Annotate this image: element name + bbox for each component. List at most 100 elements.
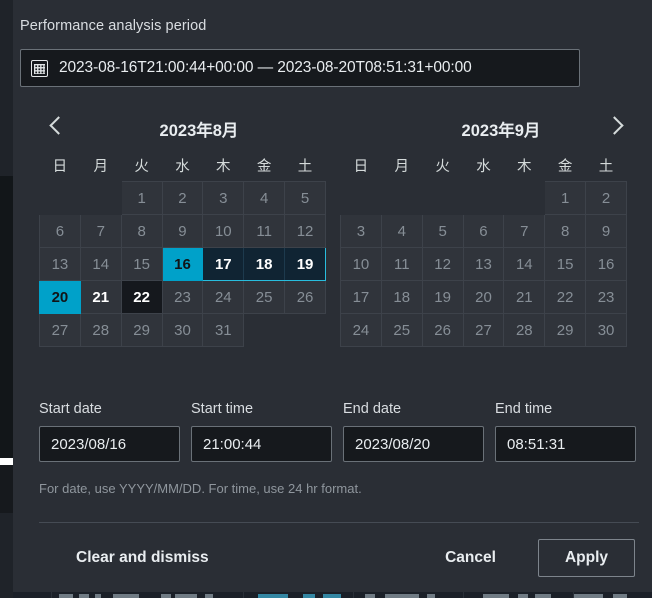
calendar-day-cell[interactable]: 24 — [202, 280, 245, 314]
calendar-cell-empty — [40, 182, 81, 215]
calendar-day-cell[interactable]: 29 — [544, 313, 587, 347]
cancel-button[interactable]: Cancel — [445, 549, 496, 567]
calendar-day-cell[interactable]: 9 — [161, 214, 204, 248]
calendar-week-row: 6 7 8 9 10 11 12 — [39, 214, 326, 248]
calendar-day-cell[interactable]: 26 — [284, 280, 326, 314]
calendar-day-cell[interactable]: 5 — [421, 214, 464, 248]
apply-button[interactable]: Apply — [537, 538, 635, 577]
calendar-day-cell[interactable]: 24 — [340, 313, 382, 347]
calendar-day-cell[interactable]: 11 — [380, 247, 423, 281]
calendar-day-cell[interactable]: 18 — [380, 280, 423, 314]
calendar-cell-empty — [244, 314, 285, 347]
calendar-day-cell[interactable]: 15 — [544, 247, 587, 281]
calendar-day-cell[interactable]: 5 — [284, 181, 326, 215]
calendar-day-cell[interactable]: 28 — [79, 313, 122, 347]
calendar-day-cell[interactable]: 11 — [243, 214, 286, 248]
start-time-input-group: Start time 21:00:44 — [191, 401, 332, 462]
calendar-cell-empty — [341, 182, 382, 215]
calendar-week-row: 12 — [341, 181, 627, 215]
weekday-label: 金 — [256, 158, 272, 175]
calendar-day-cell[interactable]: 23 — [161, 280, 204, 314]
calendar-day-cell[interactable]: 10 — [202, 214, 245, 248]
start-date-input[interactable]: 2023/08/16 — [39, 426, 180, 462]
calendar-day-cell[interactable]: 20 — [39, 280, 81, 314]
calendar-day-cell[interactable]: 14 — [503, 247, 546, 281]
calendar-day-cell[interactable]: 16 — [585, 247, 627, 281]
calendar-day-cell[interactable]: 4 — [380, 214, 423, 248]
weekday-label: 水 — [175, 158, 190, 175]
calendar-day-cell[interactable]: 13 — [462, 247, 505, 281]
calendar-day-cell[interactable]: 10 — [340, 247, 382, 281]
calendar-day-cell[interactable]: 19 — [284, 247, 326, 281]
calendar-week-row: 10 11 12 13 14 15 16 — [340, 247, 627, 281]
calendar-day-cell[interactable]: 13 — [39, 247, 81, 281]
chevron-right-icon — [605, 115, 624, 135]
calendar-day-cell[interactable]: 14 — [79, 247, 122, 281]
calendar-day-cell[interactable]: 25 — [243, 280, 286, 314]
weekday-label: 火 — [435, 158, 450, 175]
calendar-day-cell[interactable]: 12 — [421, 247, 464, 281]
weekday-header-row: 日月火水木金土 — [341, 149, 627, 182]
calendar-day-cell[interactable]: 7 — [79, 214, 122, 248]
weekday-label: 土 — [297, 158, 313, 175]
end-time-input[interactable]: 08:51:31 — [495, 426, 636, 462]
calendar-day-cell[interactable]: 1 — [544, 181, 587, 215]
background-strip-segment — [0, 176, 13, 458]
calendar-day-cell[interactable]: 27 — [462, 313, 505, 347]
calendar-day-cell[interactable]: 16 — [161, 247, 204, 281]
previous-month-button[interactable] — [40, 108, 74, 142]
calendar-day-cell[interactable]: 19 — [421, 280, 464, 314]
background-strip-segment — [0, 465, 13, 513]
date-range-value: 2023-08-16T21:00:44+00:00 — 2023-08-20T0… — [59, 59, 472, 76]
calendar-icon — [31, 59, 48, 77]
calendar-day-cell[interactable]: 9 — [585, 214, 627, 248]
calendar-day-cell[interactable]: 12 — [284, 214, 326, 248]
calendar-day-cell[interactable]: 29 — [120, 313, 163, 347]
calendar-day-cell[interactable]: 30 — [585, 313, 627, 347]
start-time-input[interactable]: 21:00:44 — [191, 426, 332, 462]
background-strip-highlight — [0, 458, 13, 465]
calendar-day-cell[interactable]: 6 — [39, 214, 81, 248]
calendar-day-cell[interactable]: 25 — [380, 313, 423, 347]
calendar-cell-empty — [381, 182, 422, 215]
calendar-day-cell[interactable]: 17 — [340, 280, 382, 314]
calendar-day-cell[interactable]: 22 — [544, 280, 587, 314]
date-range-input[interactable]: 2023-08-16T21:00:44+00:00 — 2023-08-20T0… — [20, 49, 580, 87]
weekday-label: 木 — [216, 158, 231, 175]
calendar-day-cell[interactable]: 26 — [421, 313, 464, 347]
calendar-day-cell[interactable]: 3 — [202, 181, 245, 215]
calendar-day-cell[interactable]: 20 — [462, 280, 505, 314]
calendar-day-cell[interactable]: 3 — [340, 214, 382, 248]
calendar-body: 1 2 3 4 5 6 7 8 9 10 11 12 13 14 15 16 17 18 19 20 21 22 23 24 2… — [340, 181, 627, 347]
clear-and-dismiss-button[interactable]: Clear and dismiss — [76, 549, 209, 567]
calendar-day-cell[interactable]: 21 — [79, 280, 122, 314]
end-date-input-group: End date 2023/08/20 — [343, 401, 484, 462]
calendar-cell-empty — [504, 182, 545, 215]
calendar-week-row: 13 14 15 16 17 18 19 — [39, 247, 326, 281]
calendar-week-row: 3456789 — [340, 214, 627, 248]
next-month-button[interactable] — [599, 108, 633, 142]
calendar-day-cell[interactable]: 6 — [462, 214, 505, 248]
calendar-day-cell[interactable]: 18 — [243, 247, 286, 281]
calendar-day-cell[interactable]: 7 — [503, 214, 546, 248]
calendar-day-cell[interactable]: 8 — [544, 214, 587, 248]
calendar-day-cell[interactable]: 23 — [585, 280, 627, 314]
calendar-day-cell[interactable]: 4 — [243, 181, 286, 215]
calendar-day-cell[interactable]: 2 — [161, 181, 204, 215]
calendar-day-cell[interactable]: 22 — [120, 280, 163, 314]
calendar-day-cell[interactable]: 30 — [161, 313, 204, 347]
end-date-input[interactable]: 2023/08/20 — [343, 426, 484, 462]
calendar-day-cell[interactable]: 31 — [202, 313, 245, 347]
calendar-day-cell[interactable]: 27 — [39, 313, 81, 347]
calendar-day-cell[interactable]: 15 — [120, 247, 163, 281]
calendar-day-cell[interactable]: 17 — [202, 247, 245, 281]
calendar-day-cell[interactable]: 21 — [503, 280, 546, 314]
calendar-day-cell[interactable]: 8 — [120, 214, 163, 248]
calendar-week-row: 27 28 29 30 31 — [39, 313, 326, 347]
calendar-day-cell[interactable]: 28 — [503, 313, 546, 347]
calendar-day-cell[interactable]: 1 — [120, 181, 163, 215]
start-date-input-group: Start date 2023/08/16 — [39, 401, 180, 462]
background-clipped-row — [13, 592, 652, 598]
calendar-day-cell[interactable]: 2 — [585, 181, 627, 215]
calendar-month-august: 日月火水木金土 1 2 3 4 5 6 7 8 9 10 11 12 13 14 15 16 17 18 19 20 2… — [39, 149, 326, 347]
